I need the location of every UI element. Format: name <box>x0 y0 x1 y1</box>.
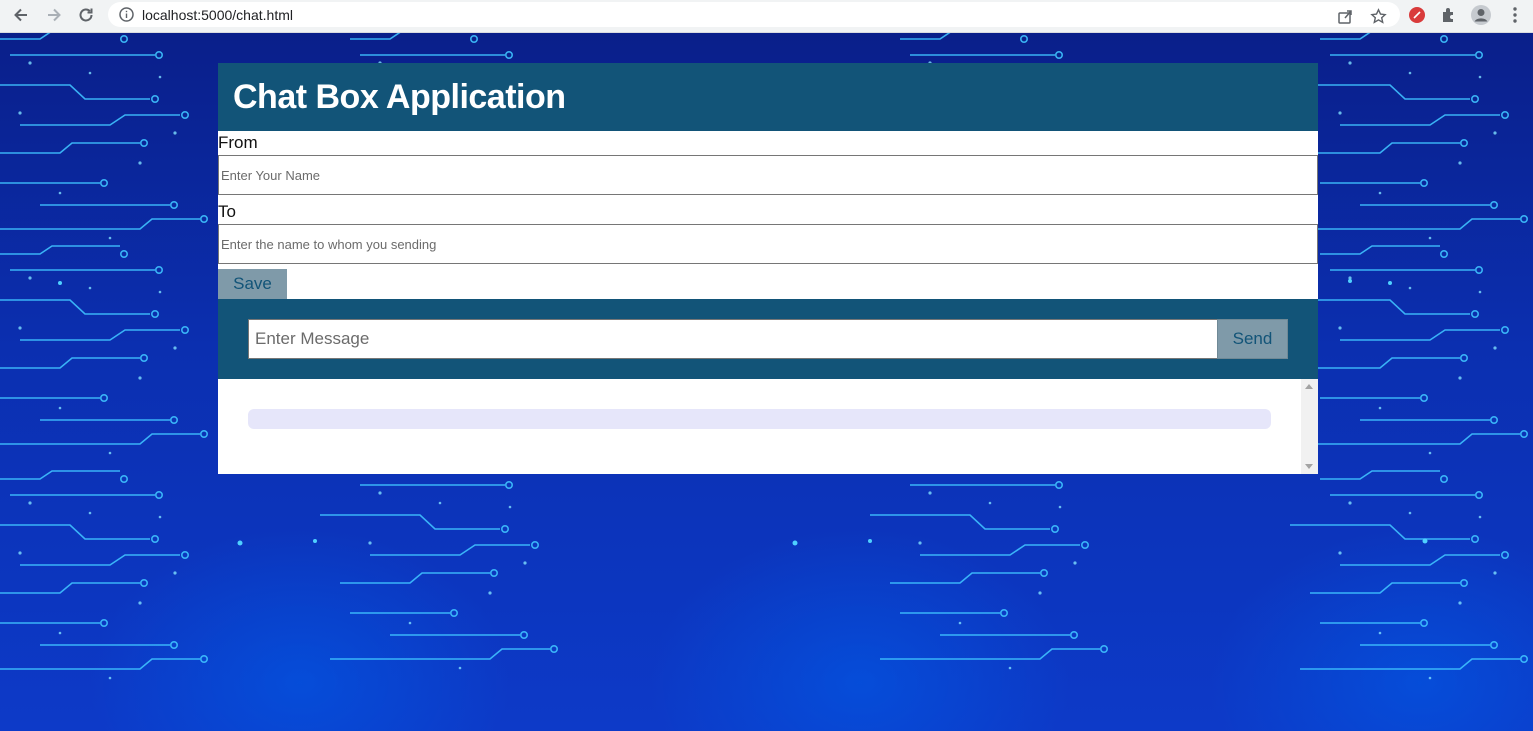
site-info-icon[interactable] <box>118 6 135 23</box>
browser-toolbar: localhost:5000/chat.html <box>0 0 1533 33</box>
browser-menu-icon[interactable] <box>1503 4 1527 26</box>
reload-icon[interactable] <box>73 4 99 26</box>
message-list-scrollbar[interactable] <box>1301 379 1318 474</box>
scroll-down-arrow-icon[interactable] <box>1305 464 1313 469</box>
extensions-puzzle-icon[interactable] <box>1437 4 1461 26</box>
message-list[interactable] <box>218 379 1318 474</box>
url-text: localhost:5000/chat.html <box>142 7 293 23</box>
save-button[interactable]: Save <box>218 269 287 299</box>
profile-avatar-icon[interactable] <box>1469 4 1493 26</box>
page-background: Chat Box Application From To Save Send <box>0 33 1533 731</box>
address-bar[interactable]: localhost:5000/chat.html <box>108 2 1400 27</box>
share-icon[interactable] <box>1334 6 1356 26</box>
from-name-input[interactable] <box>218 155 1318 195</box>
message-input[interactable] <box>248 319 1218 359</box>
message-bubble <box>248 409 1271 429</box>
to-label: To <box>218 202 236 221</box>
extension-red-icon[interactable] <box>1405 4 1429 26</box>
message-compose-bar: Send <box>218 299 1318 379</box>
chat-app-container: Chat Box Application From To Save Send <box>218 63 1318 474</box>
app-header: Chat Box Application <box>218 63 1318 131</box>
scroll-up-arrow-icon[interactable] <box>1305 384 1313 389</box>
bookmark-star-icon[interactable] <box>1367 6 1389 26</box>
to-name-input[interactable] <box>218 224 1318 264</box>
forward-icon[interactable] <box>41 4 67 26</box>
back-icon[interactable] <box>8 4 34 26</box>
from-label: From <box>218 133 258 152</box>
app-title: Chat Box Application <box>233 78 566 116</box>
send-button[interactable]: Send <box>1217 319 1288 359</box>
